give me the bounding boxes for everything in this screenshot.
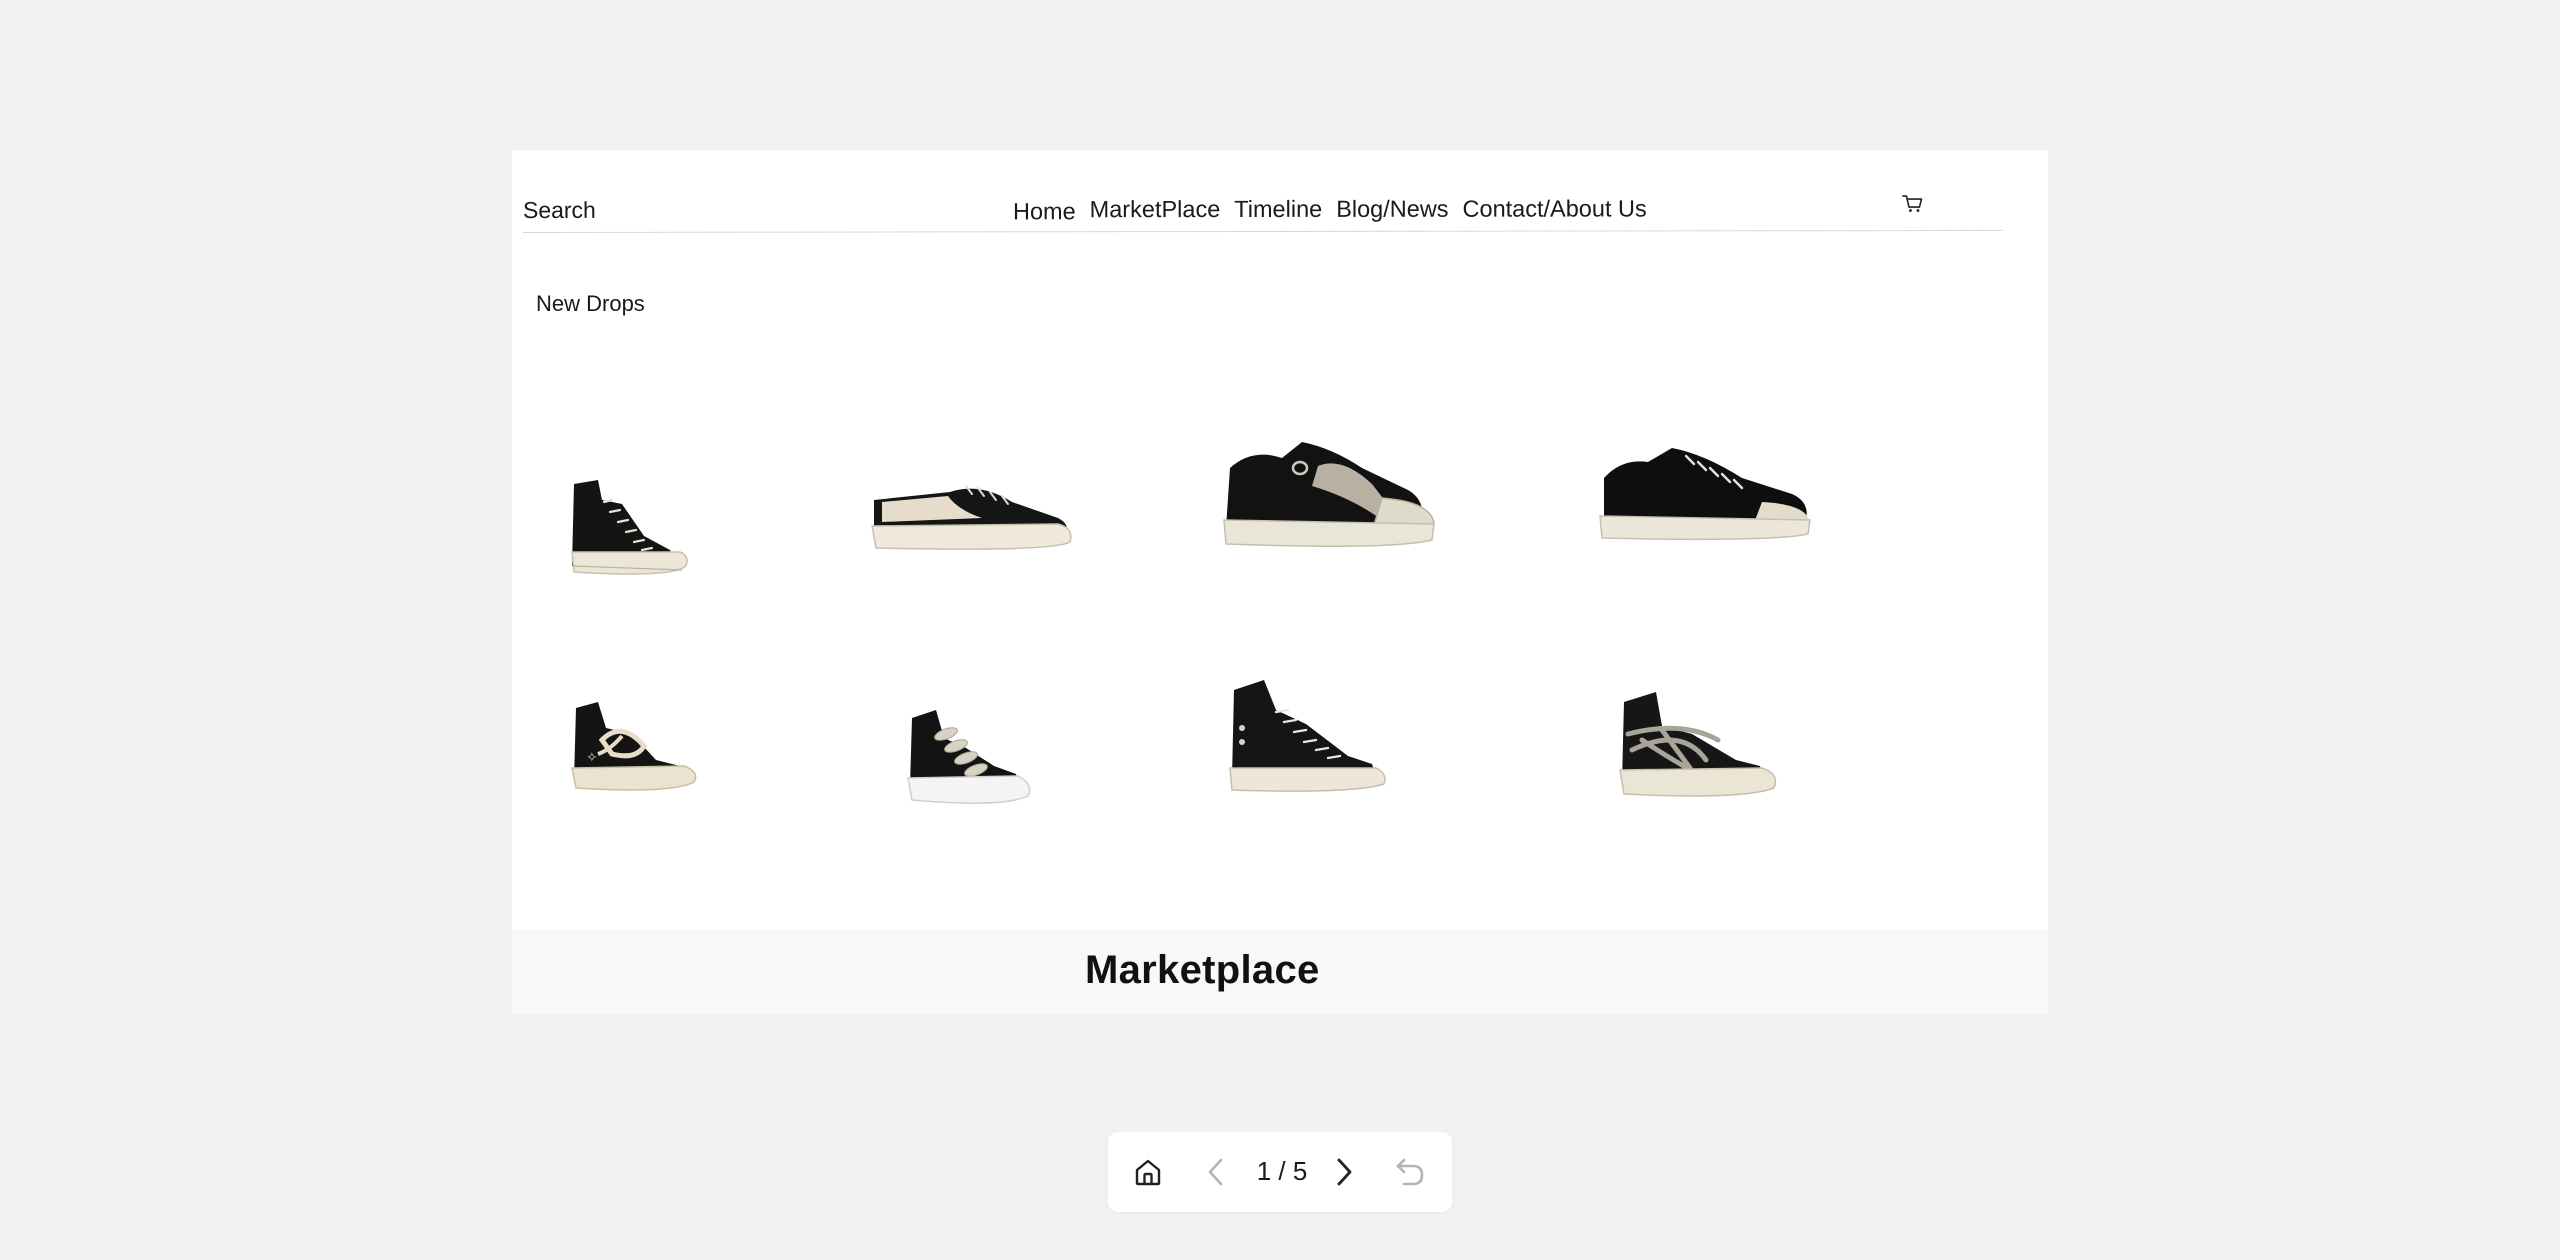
- product-image-6[interactable]: [882, 658, 1072, 808]
- nav-timeline[interactable]: Timeline: [1234, 196, 1322, 223]
- home-icon[interactable]: [1128, 1152, 1168, 1192]
- cart-icon[interactable]: [1902, 194, 1924, 214]
- product-image-8[interactable]: [1602, 650, 1822, 810]
- chevron-right-icon[interactable]: [1324, 1152, 1364, 1192]
- page-frame: Search Home MarketPlace Timeline Blog/Ne…: [512, 150, 2048, 1014]
- top-navbar: Search Home MarketPlace Timeline Blog/Ne…: [522, 171, 2003, 233]
- search-link[interactable]: Search: [523, 197, 596, 224]
- product-image-5[interactable]: ✧: [552, 650, 742, 800]
- product-image-3[interactable]: [1212, 428, 1452, 578]
- slide-pager: 1 / 5: [1108, 1132, 1452, 1212]
- nav-contact-about[interactable]: Contact/About Us: [1463, 195, 1647, 222]
- product-image-1[interactable]: [552, 440, 732, 580]
- main-nav: Home MarketPlace Timeline Blog/News Cont…: [1013, 195, 1661, 225]
- nav-blog-news[interactable]: Blog/News: [1336, 196, 1448, 223]
- section-title-new-drops: New Drops: [536, 291, 645, 316]
- product-image-7[interactable]: [1212, 638, 1432, 798]
- marketplace-band: Marketplace: [512, 930, 2048, 1014]
- nav-home[interactable]: Home: [1013, 198, 1076, 225]
- product-image-2[interactable]: [862, 462, 1082, 572]
- svg-text:✧: ✧: [586, 750, 598, 766]
- page-indicator: 1 / 5: [1256, 1156, 1308, 1186]
- chevron-left-icon[interactable]: [1196, 1152, 1236, 1192]
- product-image-4[interactable]: [1592, 432, 1832, 572]
- marketplace-heading: Marketplace: [1085, 948, 1320, 992]
- undo-icon[interactable]: [1390, 1152, 1430, 1192]
- nav-marketplace[interactable]: MarketPlace: [1090, 196, 1221, 223]
